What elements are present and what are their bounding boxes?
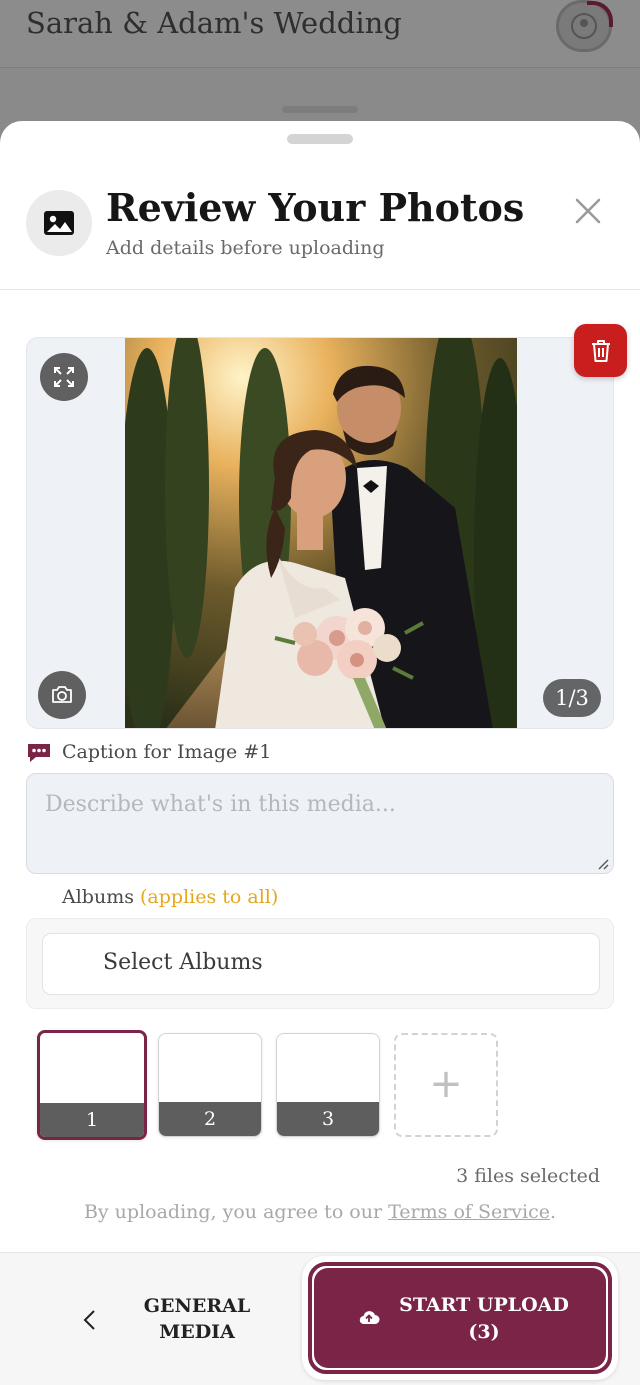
page-title: Review Your Photos: [106, 185, 525, 230]
general-media-button[interactable]: GENERAL MEDIA: [132, 1293, 262, 1345]
albums-label: Albums: [62, 886, 134, 908]
app-header: Sarah & Adam's Wedding: [0, 0, 640, 68]
user-avatar[interactable]: [556, 0, 613, 52]
wedding-photo: [125, 338, 517, 728]
app-title: Sarah & Adam's Wedding: [26, 6, 402, 40]
plus-icon: +: [429, 1061, 463, 1107]
thumbnail-1[interactable]: 1: [37, 1030, 147, 1140]
albums-select-placeholder: Select Albums: [103, 950, 263, 975]
caption-input[interactable]: [26, 773, 614, 874]
review-photos-sheet: Review Your Photos Add details before up…: [0, 121, 640, 1385]
albums-container: Select Albums: [26, 918, 614, 1009]
footer-bar: GENERAL MEDIA START UPLOAD (3): [0, 1252, 640, 1385]
close-button[interactable]: [570, 193, 606, 229]
user-icon: [571, 13, 597, 39]
expand-icon: [54, 367, 74, 387]
close-icon: [575, 198, 601, 224]
photo-preview: [26, 337, 614, 729]
start-upload-count: (3): [468, 1321, 500, 1343]
delete-photo-button[interactable]: [574, 324, 627, 377]
thumbnail-number: 1: [40, 1103, 144, 1137]
image-icon: [26, 190, 92, 256]
trash-icon: [592, 340, 610, 362]
terms-suffix: .: [550, 1201, 557, 1223]
terms-of-service-link[interactable]: Terms of Service: [388, 1201, 550, 1223]
albums-label-row: Albums (applies to all): [62, 886, 278, 908]
albums-note: (applies to all): [140, 886, 279, 908]
cloud-upload-icon: [359, 1311, 380, 1325]
page-subtitle: Add details before uploading: [106, 237, 385, 259]
camera-button[interactable]: [38, 671, 86, 719]
photo-counter: 1/3: [543, 679, 601, 717]
camera-icon: [52, 686, 72, 703]
header-divider: [0, 289, 640, 290]
expand-button[interactable]: [40, 353, 88, 401]
start-upload-label-group: START UPLOAD (3): [384, 1292, 584, 1346]
add-more-button[interactable]: +: [394, 1033, 498, 1137]
thumbnail-number: 3: [277, 1102, 379, 1136]
chevron-left-icon[interactable]: [80, 1307, 100, 1333]
start-upload-label: START UPLOAD: [399, 1294, 569, 1316]
sheet-drag-handle[interactable]: [287, 134, 353, 144]
terms-prefix: By uploading, you agree to our: [83, 1201, 389, 1223]
comment-icon: [28, 744, 50, 762]
terms-notice: By uploading, you agree to our Terms of …: [0, 1201, 640, 1223]
thumbnail-3[interactable]: 3: [276, 1033, 380, 1137]
caption-label: Caption for Image #1: [62, 741, 272, 763]
resize-grip-icon[interactable]: [597, 858, 609, 870]
files-selected-count: 3 files selected: [456, 1165, 600, 1187]
thumbnail-number: 2: [159, 1102, 261, 1136]
albums-select[interactable]: Select Albums: [42, 933, 600, 995]
background-handle: [282, 106, 358, 113]
start-upload-button[interactable]: START UPLOAD (3): [314, 1268, 606, 1368]
start-upload-wrapper: START UPLOAD (3): [302, 1256, 618, 1380]
thumbnail-2[interactable]: 2: [158, 1033, 262, 1137]
